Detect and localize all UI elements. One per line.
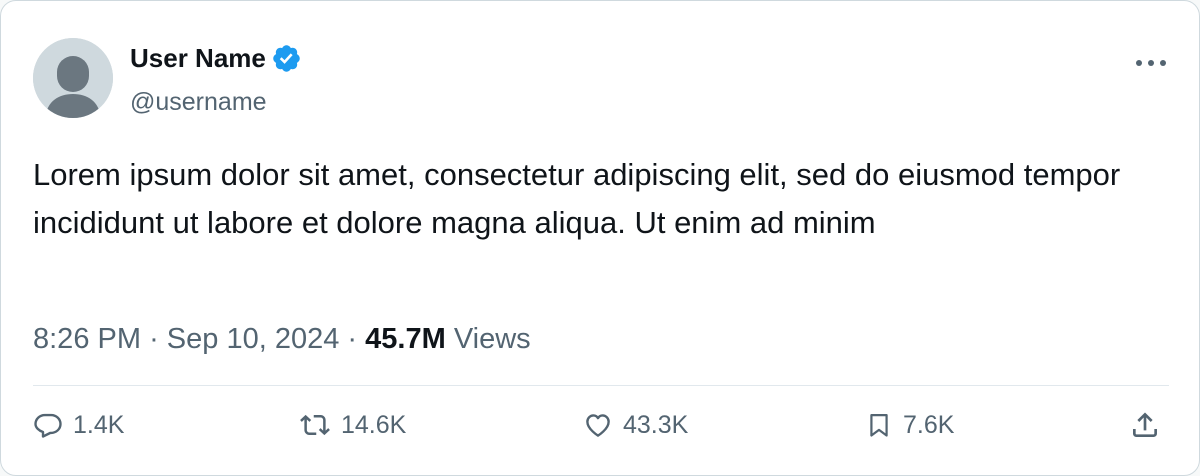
more-horizontal-icon [1136, 60, 1166, 66]
author-handle[interactable]: @username [130, 88, 267, 117]
like-button[interactable]: 43.3K [583, 403, 688, 447]
views-count: 45.7M [365, 323, 446, 355]
views-label: Views [453, 323, 531, 355]
retweet-count: 14.6K [341, 410, 407, 439]
like-count: 43.3K [623, 410, 689, 439]
reply-icon [33, 410, 63, 440]
avatar[interactable] [33, 38, 113, 118]
share-button[interactable] [1129, 403, 1171, 447]
meta-separator: · [149, 323, 159, 355]
divider [33, 385, 1169, 386]
tweet-text: Lorem ipsum dolor sit amet, consectetur … [33, 157, 1121, 240]
tweet-date[interactable]: Sep 10, 2024 [167, 323, 340, 355]
heart-icon [583, 410, 613, 440]
default-avatar-icon [33, 38, 113, 118]
retweet-icon [299, 410, 331, 440]
share-icon [1129, 409, 1161, 441]
bookmark-button[interactable]: 7.6K [865, 403, 954, 447]
more-options-button[interactable] [1131, 45, 1171, 81]
author-display-name[interactable]: User Name [130, 43, 266, 74]
reply-count: 1.4K [73, 410, 125, 439]
verified-badge-icon [271, 43, 302, 74]
bookmark-count: 7.6K [903, 410, 955, 439]
author-name-row: User Name [130, 41, 302, 75]
tweet-time[interactable]: 8:26 PM [33, 323, 141, 355]
retweet-button[interactable]: 14.6K [299, 403, 406, 447]
bookmark-icon [865, 410, 893, 440]
meta-separator: · [347, 323, 358, 355]
tweet-card: User Name @username Lorem ipsum dolor si… [0, 0, 1200, 476]
tweet-meta: 8:26 PM · Sep 10, 2024 · 45.7M Views [33, 323, 531, 356]
reply-button[interactable]: 1.4K [33, 403, 124, 447]
